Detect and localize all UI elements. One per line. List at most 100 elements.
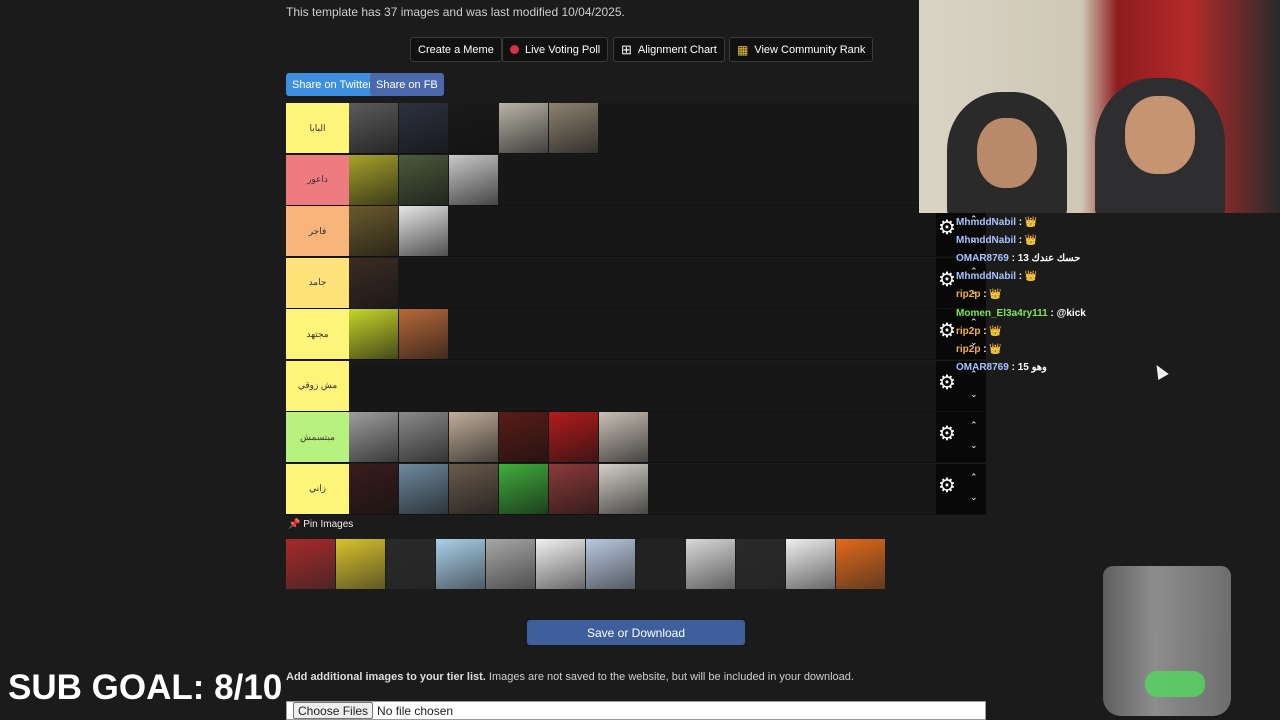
add-images-bold: Add additional images to your tier list. — [286, 671, 486, 683]
chat-text: : 👑 — [983, 326, 1002, 337]
tier-image[interactable] — [549, 463, 598, 514]
chevron-up-icon[interactable]: ⌃ — [970, 420, 978, 431]
community-rank-label: View Community Rank — [754, 43, 866, 56]
gear-icon[interactable]: ⚙ — [938, 270, 956, 290]
tier-image[interactable] — [349, 103, 398, 153]
chat-message: MhmddNabil : 👑 — [956, 235, 1037, 246]
tier-image[interactable] — [349, 154, 398, 205]
chat-text: : 👑 — [1018, 217, 1038, 228]
pin-image[interactable] — [386, 539, 435, 589]
gear-icon[interactable]: ⚙ — [938, 476, 956, 496]
tier-image[interactable] — [349, 412, 398, 462]
chevron-down-icon[interactable]: ⌄ — [970, 389, 978, 400]
tier-row: زاني ⚙ ⌃ ⌄ — [286, 463, 986, 515]
pin-image[interactable] — [286, 539, 335, 589]
tier-image[interactable] — [499, 412, 548, 462]
tier-image[interactable] — [599, 412, 648, 462]
pin-image[interactable] — [786, 539, 835, 589]
chat-username: OMAR8769 — [956, 253, 1009, 264]
chat-message: rip2p : 👑 — [956, 289, 1002, 300]
chevron-up-icon[interactable]: ⌃ — [970, 472, 978, 483]
create-meme-button[interactable]: Create a Meme — [410, 37, 502, 62]
pin-image[interactable] — [686, 539, 735, 589]
tier-image[interactable] — [349, 257, 398, 308]
tier-label[interactable]: مبتسمش — [286, 412, 349, 462]
tip-glass-overlay — [1103, 566, 1231, 716]
tier-controls: ⚙ ⌃ ⌄ — [936, 412, 986, 462]
tier-row: جامد ⚙ ⌃ ⌄ — [286, 257, 986, 309]
chat-username: rip2p — [956, 344, 981, 355]
template-info: This template has 37 images and was last… — [286, 5, 625, 19]
save-download-button[interactable]: Save or Download — [527, 620, 745, 645]
chat-message: OMAR8769 : 13 حسك عندك — [956, 253, 1080, 264]
tier-image[interactable] — [549, 412, 598, 462]
gear-icon[interactable]: ⚙ — [938, 321, 956, 341]
tier-image[interactable] — [549, 103, 598, 153]
chat-username: rip2p — [956, 326, 981, 337]
pin-icon: 📌 — [288, 519, 301, 530]
tier-image[interactable] — [349, 463, 398, 514]
chat-message: rip2p : 👑 — [956, 326, 1002, 337]
live-voting-button[interactable]: Live Voting Poll — [502, 37, 609, 62]
tier-image[interactable] — [499, 103, 548, 153]
record-dot-icon — [510, 45, 519, 54]
tier-image[interactable] — [449, 103, 498, 153]
tier-image[interactable] — [449, 412, 498, 462]
add-images-note: Images are not saved to the website, but… — [485, 671, 854, 683]
tier-image[interactable] — [399, 412, 448, 462]
tier-image[interactable] — [399, 463, 448, 514]
tier-row: مبتسمش ⚙ ⌃ ⌄ — [286, 412, 986, 463]
tier-controls: ⚙⌃⌄ — [936, 206, 986, 256]
tier-image[interactable] — [499, 463, 548, 514]
tier-label[interactable]: البابا — [286, 103, 349, 153]
file-input[interactable]: Choose Files No file chosen — [286, 701, 986, 720]
glass-coins — [1145, 671, 1205, 697]
pin-image[interactable] — [586, 539, 635, 589]
alignment-chart-button[interactable]: ⊞ Alignment Chart — [613, 37, 725, 62]
pin-image[interactable] — [436, 539, 485, 589]
pin-image[interactable] — [486, 539, 535, 589]
tier-row: مش زوقي ⚙ ⌃ ⌄ — [286, 360, 986, 412]
tier-image[interactable] — [349, 309, 398, 359]
tier-label[interactable]: زاني — [286, 463, 349, 514]
pin-image[interactable] — [736, 539, 785, 589]
tier-label[interactable]: فاجر — [286, 206, 349, 256]
gear-icon[interactable]: ⚙ — [938, 373, 956, 393]
share-twitter-button[interactable]: Share on Twitter — [286, 73, 378, 96]
gear-icon[interactable]: ⚙ — [938, 218, 956, 238]
tier-controls: ⚙ ⌃ ⌄ — [936, 463, 986, 514]
create-meme-label: Create a Meme — [418, 43, 494, 56]
chat-text: : 👑 — [1018, 271, 1038, 282]
chevron-down-icon[interactable]: ⌄ — [970, 440, 978, 451]
tier-image[interactable] — [599, 463, 648, 514]
choose-files-button[interactable]: Choose Files — [293, 702, 374, 719]
tier-row: البابا⚙⌃⌄ — [286, 103, 986, 154]
pin-image[interactable] — [836, 539, 885, 589]
tier-image[interactable] — [399, 309, 448, 359]
chat-username: MhmddNabil — [956, 217, 1016, 228]
chat-username: MhmddNabil — [956, 271, 1016, 282]
tier-image[interactable] — [349, 206, 398, 256]
streamer-left-face — [977, 118, 1037, 188]
gear-icon[interactable]: ⚙ — [938, 424, 956, 444]
tier-row: فاجر ⚙ ⌃ ⌄ — [286, 206, 986, 257]
pin-image[interactable] — [336, 539, 385, 589]
pin-image[interactable] — [636, 539, 685, 589]
chevron-down-icon[interactable]: ⌄ — [970, 492, 978, 503]
tier-image[interactable] — [399, 103, 448, 153]
tier-image[interactable] — [399, 154, 448, 205]
community-rank-button[interactable]: ▦ View Community Rank — [729, 37, 874, 62]
tier-image[interactable] — [449, 154, 498, 205]
tier-image[interactable] — [449, 463, 498, 514]
tier-label[interactable]: داعور — [286, 154, 349, 205]
file-status: No file chosen — [377, 703, 454, 718]
tier-label[interactable]: مش زوقي — [286, 360, 349, 411]
tier-label[interactable]: مجتهد — [286, 309, 349, 359]
sub-goal-overlay: SUB GOAL: 8/10 — [8, 668, 283, 707]
tier-image[interactable] — [399, 206, 448, 256]
tier-label[interactable]: جامد — [286, 257, 349, 308]
share-fb-button[interactable]: Share on FB — [370, 73, 444, 96]
alignment-chart-label: Alignment Chart — [637, 43, 717, 56]
grid-icon: ⊞ — [621, 41, 632, 57]
pin-image[interactable] — [536, 539, 585, 589]
